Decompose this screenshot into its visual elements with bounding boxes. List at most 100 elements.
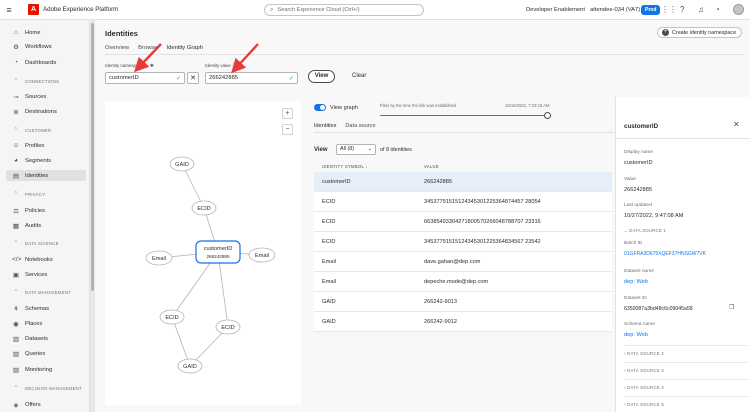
table-row[interactable]: Email depeche.mode@dep.com xyxy=(314,272,612,292)
apps-grid-icon[interactable]: ⋮⋮ xyxy=(661,5,677,14)
display-name-key: Display name xyxy=(624,150,654,155)
identity-value-input[interactable]: 266242885 ✓ xyxy=(205,72,298,84)
policies-icon: ⚖ xyxy=(13,207,19,215)
datasets-icon: ▥ xyxy=(12,335,20,343)
nav-services[interactable]: ▣ Services xyxy=(12,269,88,280)
nav-places[interactable]: ◉ Places xyxy=(12,318,88,329)
info-icon[interactable]: ⓘ xyxy=(232,63,236,68)
nav-monitoring[interactable]: ▨ Monitoring xyxy=(12,364,88,375)
nav-datasets[interactable]: ▥ Datasets xyxy=(12,333,88,344)
graph-node[interactable]: ECID xyxy=(215,319,241,335)
nav-profiles[interactable]: ☺ Profiles xyxy=(12,140,88,151)
collapse-chevron-icon[interactable]: ⌃ xyxy=(12,240,20,246)
collapse-chevron-icon[interactable]: ⌃ xyxy=(12,78,20,84)
nav-destinations[interactable]: ⊕ Destinations xyxy=(12,106,88,117)
section-privacy: ⌃ PRIVACY xyxy=(12,191,46,197)
required-asterisk-icon: ✱ xyxy=(237,63,242,68)
nav-identities[interactable]: ▤ Identities xyxy=(6,170,86,181)
collapse-chevron-icon[interactable]: ⌃ xyxy=(12,127,20,133)
graph-node[interactable]: Email xyxy=(248,247,276,263)
nav-dashboards[interactable]: ◔ Dashboards xyxy=(12,57,88,68)
scrollbar-thumb[interactable] xyxy=(91,23,94,291)
user-avatar[interactable] xyxy=(733,4,744,15)
copy-icon[interactable]: ❐ xyxy=(729,304,734,311)
nav-sources[interactable]: ⊸ Sources xyxy=(12,91,88,102)
collapse-chevron-icon[interactable]: ⌃ xyxy=(12,289,20,295)
rail-title: customerID xyxy=(624,123,659,130)
nav-audits[interactable]: ▦ Audits xyxy=(12,220,88,231)
sources-icon: ⊸ xyxy=(13,93,19,101)
data-source-4-header[interactable]: › DATA SOURCE 4 xyxy=(624,385,664,390)
collapse-chevron-icon[interactable]: ⌃ xyxy=(12,191,20,197)
nav-segments[interactable]: ◕ Segments xyxy=(12,155,88,166)
graph-node[interactable]: Email xyxy=(145,250,173,266)
chevron-down-icon: ⌄ xyxy=(367,146,372,152)
graph-node-value: 266242885 xyxy=(207,254,230,259)
column-header-symbol[interactable]: IDENTITY SYMBOL ↓ xyxy=(322,164,368,169)
table-row[interactable]: ECID 34537751515124345301225364874457 280… xyxy=(314,192,612,212)
chevron-right-icon: › xyxy=(624,368,626,373)
nav-home[interactable]: ⌂ Home xyxy=(12,27,88,38)
monitoring-icon: ▨ xyxy=(12,366,20,374)
graph-svg: GAID ECID Email customerID 266242885 Ema… xyxy=(145,156,276,374)
clear-namespace-button[interactable]: ✕ xyxy=(187,72,199,84)
valid-check-icon: ✓ xyxy=(288,75,294,82)
data-source-2-header[interactable]: › DATA SOURCE 2 xyxy=(624,351,664,356)
graph-node[interactable]: ECID xyxy=(159,309,185,325)
time-slider-handle[interactable] xyxy=(544,112,551,119)
table-row[interactable]: customerID 266242885 xyxy=(314,172,612,192)
view-button[interactable]: View xyxy=(308,70,335,83)
table-row[interactable]: ECID 34537751515124345301225364834567 235… xyxy=(314,232,612,252)
value-value: 266242885 xyxy=(624,187,652,193)
close-icon[interactable]: ✕ xyxy=(733,120,740,129)
collapse-chevron-icon[interactable]: ⌃ xyxy=(12,385,20,391)
identity-filter-select[interactable]: All (8) ⌄ xyxy=(336,144,376,155)
identity-namespace-input[interactable]: customerID ✓ xyxy=(105,72,185,84)
graph-node-selected[interactable]: customerID 266242885 xyxy=(195,240,241,264)
graph-node[interactable]: GAID xyxy=(177,358,203,374)
global-search-input[interactable]: ⌕ Search Experience Cloud (Ctrl+/) xyxy=(264,4,424,16)
section-data-management: ⌃ DATA MANAGEMENT xyxy=(12,289,71,295)
time-slider-track[interactable] xyxy=(380,115,548,116)
nav-queries[interactable]: ▧ Queries xyxy=(12,348,88,359)
nav-offers[interactable]: ◈ Offers xyxy=(12,399,88,410)
view-graph-label: View graph xyxy=(330,105,358,111)
graph-node[interactable]: GAID xyxy=(169,156,195,172)
nav-schemas[interactable]: ⚘ Schemas xyxy=(12,303,88,314)
graph-node[interactable]: ECID xyxy=(191,200,217,216)
nav-workflows[interactable]: ⚙ Workflows xyxy=(12,41,88,52)
nav-notebooks[interactable]: </> Notebooks xyxy=(12,254,88,265)
org-switcher[interactable]: Developer Enablement xyxy=(526,7,585,13)
data-source-1-header[interactable]: ⌄ DATA SOURCE 1 xyxy=(624,228,666,233)
table-row[interactable]: Email dave.gahan@dep.com xyxy=(314,252,612,272)
view-graph-toggle[interactable] xyxy=(314,104,326,111)
sandbox-switcher[interactable]: attendee-034 (VA7) xyxy=(590,7,640,13)
nav-policies[interactable]: ⚖ Policies xyxy=(12,205,88,216)
help-icon[interactable]: ? xyxy=(680,5,684,14)
home-icon: ⌂ xyxy=(14,29,18,36)
schema-name-link[interactable]: dep: Web xyxy=(624,332,648,338)
data-source-3-header[interactable]: › DATA SOURCE 3 xyxy=(624,368,664,373)
batch-id-link[interactable]: 01GFRA3D675XQEF37HNSGW7VK xyxy=(624,251,706,257)
audits-icon: ▦ xyxy=(12,222,20,230)
rail-divider xyxy=(624,396,748,397)
table-row[interactable]: ECID 66385493304271800570266048788707 233… xyxy=(314,212,612,232)
hamburger-menu-icon[interactable]: ≡ xyxy=(0,5,18,15)
data-source-5-header[interactable]: › DATA SOURCE 5 xyxy=(624,402,664,407)
notifications-bell-icon[interactable]: ♫ xyxy=(698,5,704,14)
clear-button[interactable]: Clear xyxy=(352,73,366,79)
section-decision-management: ⌃ DECISION MANAGEMENT xyxy=(12,385,83,391)
table-row[interactable]: GAID 266242-9013 xyxy=(314,292,612,312)
chevron-down-icon: ⌄ xyxy=(624,228,628,233)
identity-graph-canvas[interactable]: + − GAID ECID Email customerID 266242885… xyxy=(105,101,301,405)
page-title: Identities xyxy=(105,29,138,38)
notification-icon[interactable]: ◔ xyxy=(715,5,720,14)
info-icon[interactable]: ⓘ xyxy=(144,63,148,68)
identity-value-label: Identity value ⓘ ✱ xyxy=(205,63,242,68)
sort-arrow-icon: ↓ xyxy=(365,164,368,169)
table-row[interactable]: GAID 266242-9012 xyxy=(314,312,612,332)
create-identity-namespace-button[interactable]: + Create identity namespace xyxy=(657,27,742,38)
dataset-name-link[interactable]: dep: Web xyxy=(624,279,648,285)
identity-count: of 8 identities xyxy=(380,147,412,153)
adobe-logo: A xyxy=(28,4,39,15)
